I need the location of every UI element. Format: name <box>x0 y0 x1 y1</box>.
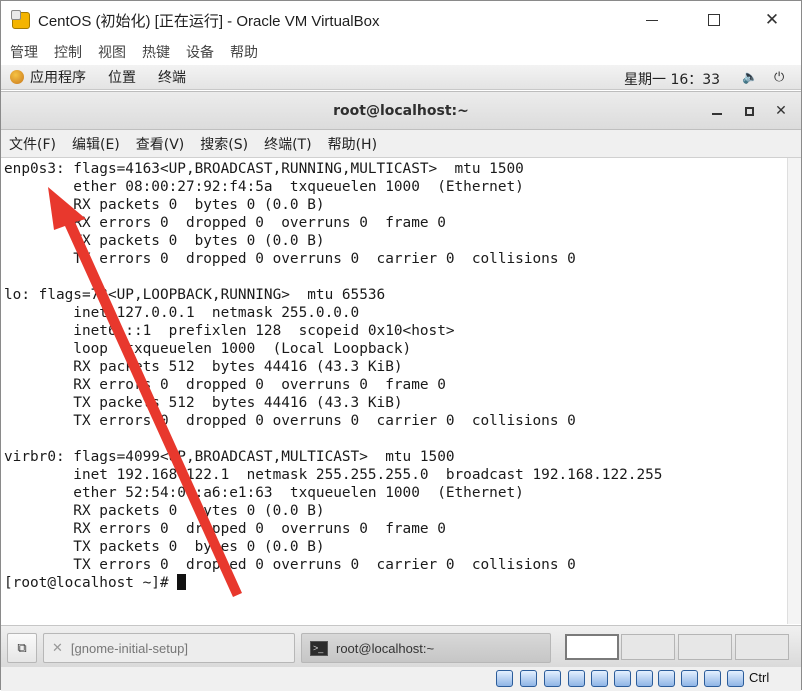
ifconfig-output: enp0s3: flags=4163<UP,BROADCAST,RUNNING,… <box>4 161 663 573</box>
task-gnome-initial-setup[interactable]: ✕ [gnome-initial-setup] <box>43 633 295 663</box>
terminal-menu-search[interactable]: 搜索(S) <box>200 134 248 154</box>
maximize-button[interactable] <box>691 1 737 39</box>
host-menu-bar: 管理 控制 视图 热键 设备 帮助 <box>1 39 801 65</box>
menu-control[interactable]: 控制 <box>54 42 82 62</box>
terminal-menu-edit[interactable]: 编辑(E) <box>72 134 120 154</box>
workspace-2[interactable] <box>621 634 675 660</box>
panel-clock[interactable]: 星期一 16：33 <box>624 69 720 89</box>
host-title-bar[interactable]: CentOS (初始化) [正在运行] - Oracle VM VirtualB… <box>1 1 801 39</box>
setup-tool-icon: ✕ <box>52 640 63 655</box>
workspace-1[interactable] <box>565 634 619 660</box>
audio-icon[interactable] <box>544 670 561 687</box>
terminal-menu-bar: 文件(F) 编辑(E) 查看(V) 搜索(S) 终端(T) 帮助(H) <box>1 130 801 158</box>
terminal-icon: >_ <box>310 640 328 656</box>
network-icon[interactable] <box>568 670 585 687</box>
cpu-icon[interactable] <box>681 670 698 687</box>
hard-disk-icon[interactable] <box>496 670 513 687</box>
task-label: [gnome-initial-setup] <box>70 640 188 656</box>
host-window-title: CentOS (初始化) [正在运行] - Oracle VM VirtualB… <box>38 12 380 30</box>
close-button[interactable]: ✕ <box>749 1 795 39</box>
panel-terminal[interactable]: 终端 <box>158 67 186 87</box>
optical-drive-icon[interactable] <box>520 670 537 687</box>
menu-help[interactable]: 帮助 <box>230 42 258 62</box>
terminal-maximize-button[interactable] <box>738 100 760 122</box>
guest-taskbar: ⧉ ✕ [gnome-initial-setup] >_ root@localh… <box>1 625 801 667</box>
keyboard-capture-icon[interactable] <box>727 670 744 687</box>
terminal-title: root@localhost:~ <box>333 103 469 119</box>
shared-folders-icon[interactable] <box>614 670 631 687</box>
terminal-menu-view[interactable]: 查看(V) <box>136 134 185 154</box>
virtualbox-icon <box>10 10 32 30</box>
menu-devices[interactable]: 设备 <box>186 42 214 62</box>
maximize-icon <box>744 106 754 116</box>
terminal-minimize-button[interactable] <box>706 100 728 122</box>
window-list-icon: ⧉ <box>17 640 27 655</box>
menu-view[interactable]: 视图 <box>98 42 126 62</box>
terminal-menu-help[interactable]: 帮助(H) <box>328 134 377 154</box>
shell-prompt: [root@localhost ~]# <box>4 575 178 591</box>
video-capture-icon[interactable] <box>658 670 675 687</box>
terminal-close-button[interactable]: ✕ <box>770 100 792 122</box>
task-label: root@localhost:~ <box>336 640 435 656</box>
close-icon: ✕ <box>775 103 787 119</box>
host-key-label: Ctrl <box>749 670 770 685</box>
menu-hotkey[interactable]: 热键 <box>142 42 170 62</box>
workspace-3[interactable] <box>678 634 732 660</box>
minimize-button[interactable] <box>629 1 675 39</box>
workspace-4[interactable] <box>735 634 789 660</box>
text-cursor <box>177 574 187 590</box>
terminal-scrollbar[interactable] <box>787 158 801 624</box>
maximize-icon <box>708 14 720 26</box>
applications-icon <box>10 70 24 84</box>
usb-icon[interactable] <box>591 670 608 687</box>
terminal-menu-terminal[interactable]: 终端(T) <box>264 134 311 154</box>
panel-places[interactable]: 位置 <box>108 67 136 87</box>
host-status-bar: Ctrl <box>1 667 801 691</box>
task-terminal[interactable]: >_ root@localhost:~ <box>301 633 551 663</box>
menu-manage[interactable]: 管理 <box>10 42 38 62</box>
terminal-window: root@localhost:~ ✕ 文件(F) 编辑(E) 查看(V) 搜索(… <box>1 91 801 624</box>
guest-top-panel: 应用程序 位置 终端 星期一 16：33 🔈 ⏻ <box>1 65 801 90</box>
minimize-icon <box>646 19 658 21</box>
power-icon[interactable]: ⏻ <box>774 70 784 85</box>
minimize-icon <box>712 113 722 115</box>
show-desktop-button[interactable]: ⧉ <box>7 633 37 663</box>
display-icon[interactable] <box>636 670 653 687</box>
terminal-menu-file[interactable]: 文件(F) <box>9 134 56 154</box>
terminal-output-area[interactable]: enp0s3: flags=4163<UP,BROADCAST,RUNNING,… <box>1 158 787 624</box>
mouse-integration-icon[interactable] <box>704 670 721 687</box>
virtualbox-window: CentOS (初始化) [正在运行] - Oracle VM VirtualB… <box>0 0 802 691</box>
panel-applications[interactable]: 应用程序 <box>30 67 86 87</box>
terminal-title-bar[interactable]: root@localhost:~ ✕ <box>1 92 801 130</box>
close-icon: ✕ <box>764 10 780 30</box>
volume-icon[interactable]: 🔈 <box>742 70 758 85</box>
